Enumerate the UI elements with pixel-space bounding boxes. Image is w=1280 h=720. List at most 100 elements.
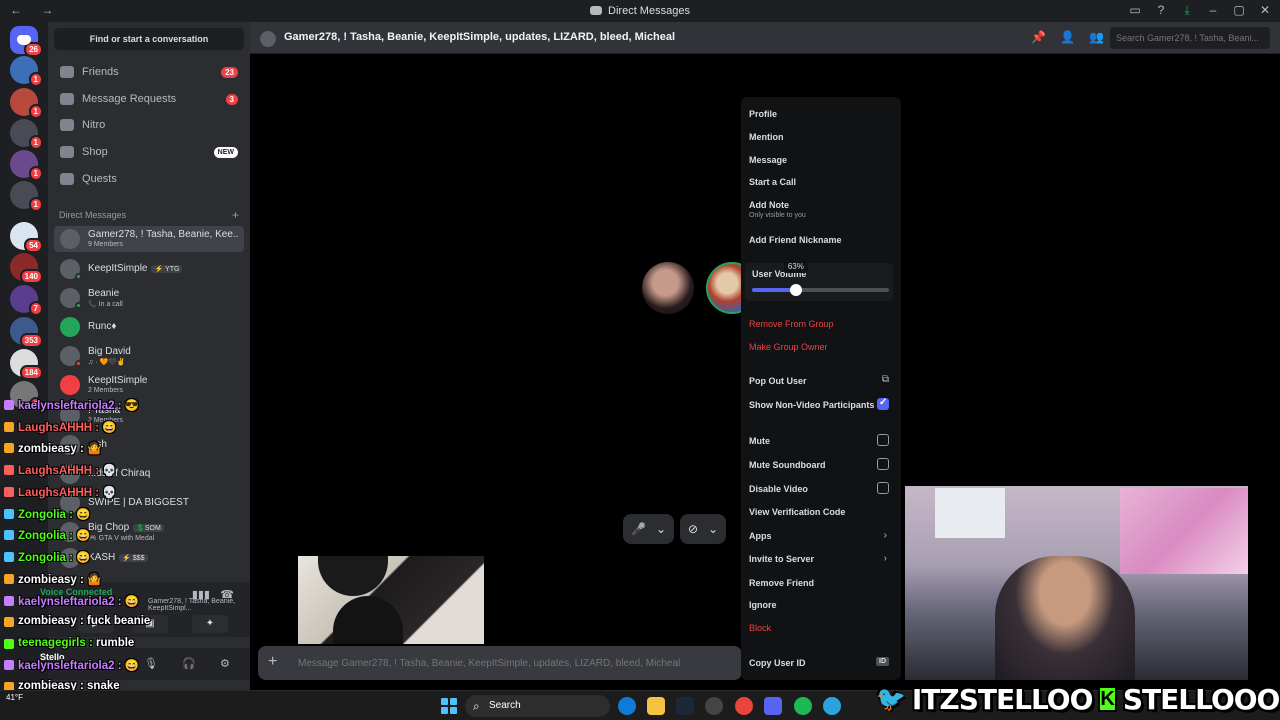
signal-icon[interactable]: ▮▮▮ [192,588,210,601]
chrome-icon[interactable] [735,697,753,715]
nitro-icon [60,119,74,131]
server-badge: 1 [28,72,43,87]
chat-message: 😄 [76,509,91,521]
menu-item-mute-soundboard[interactable]: Mute Soundboard [749,458,893,470]
menu-item-show-non-video[interactable]: Show Non-Video Participants [749,397,893,410]
menu-item-make-group-owner[interactable]: Make Group Owner [749,342,893,352]
menu-item-mute[interactable]: Mute [749,434,893,446]
dm-sub: 2 Members [88,387,124,394]
help-icon[interactable]: ? [1154,3,1168,18]
activity-button[interactable]: ✦ [192,615,228,633]
maximize-button[interactable]: ▢ [1232,3,1246,18]
menu-item-disable-video[interactable]: Disable Video [749,482,893,494]
participant-video-tile[interactable] [298,556,484,644]
participant-avatar[interactable] [642,262,694,314]
server-icon[interactable]: 184 [10,349,43,380]
taskbar-search[interactable]: Search [465,695,610,717]
checkbox[interactable] [877,482,889,494]
disconnect-icon[interactable]: ☎ [220,588,234,601]
add-member-icon[interactable]: 👤 [1060,30,1075,44]
sidebar-item-nitro[interactable]: Nitro [54,112,244,138]
user-context-menu: Profile Mention Message Start a Call Add… [741,97,901,680]
server-icon[interactable]: 54 [10,222,43,253]
checkbox[interactable] [877,458,889,470]
webcam-poster [1120,488,1248,574]
volume-slider[interactable]: 63% [752,260,889,296]
dm-item[interactable]: Beanie 📞 In a call [54,285,244,311]
checkbox[interactable] [877,434,889,446]
server-icon[interactable]: 1 [10,181,43,212]
dm-item[interactable]: Big David ♫ · 🧡🖤✌ [54,343,244,369]
dm-item[interactable]: KeepItSimple ⚡ YTG [54,256,244,282]
menu-item-block[interactable]: Block [749,623,893,633]
menu-item-remove-friend[interactable]: Remove Friend [749,578,893,588]
chevron-down-icon[interactable]: ⌄ [656,522,666,536]
dm-name: Big Chop 💲SOM [88,522,164,533]
headphones-icon[interactable]: 🎧 [182,657,196,670]
file-explorer-icon[interactable] [647,697,665,715]
sidebar-item-shop[interactable]: Shop NEW [54,139,244,165]
server-icon[interactable]: 1 [10,119,43,150]
download-icon[interactable]: ⤓ [1180,3,1194,18]
menu-item-profile[interactable]: Profile [749,109,893,119]
telegram-icon[interactable] [823,697,841,715]
sidebar-item-friends[interactable]: Friends 23 [54,59,244,85]
server-icon[interactable]: 1 [10,56,43,87]
create-dm-icon[interactable]: + [232,208,239,222]
server-icon[interactable]: 7 [10,285,43,316]
volume-handle[interactable] [789,284,802,296]
spotify-icon[interactable] [794,697,812,715]
inbox-icon[interactable]: ▭ [1128,3,1142,18]
menu-item-mention[interactable]: Mention [749,132,893,142]
steam-icon[interactable] [676,697,694,715]
attach-icon[interactable]: + [268,653,277,671]
channel-title[interactable]: Gamer278, ! Tasha, Beanie, KeepItSimple,… [284,31,675,43]
find-conversation-button[interactable]: Find or start a conversation [54,28,244,50]
home-button[interactable]: 26 [10,26,43,57]
sidebar-item-label: Friends [82,66,119,78]
chat-message: 😄 [102,422,117,434]
chevron-down-icon[interactable]: ⌄ [708,522,718,536]
menu-item-view-verification[interactable]: View Verification Code [749,507,893,517]
chat-line: Zongolia : 😄 [4,528,90,542]
discord-taskbar-icon[interactable] [764,697,782,715]
server-icon[interactable]: 140 [10,253,43,284]
dm-item[interactable]: Gamer278, ! Tasha, Beanie, Kee... 9 Membe… [54,226,244,252]
menu-item-add-note[interactable]: Add Note Only visible to you [749,200,893,219]
menu-item-start-call[interactable]: Start a Call [749,177,893,187]
close-button[interactable]: ✕ [1258,3,1272,18]
server-icon[interactable]: 1 [10,88,43,119]
pin-icon[interactable]: 📌 [1031,30,1046,44]
members-icon[interactable]: 👥 [1089,30,1104,44]
chat-badge-icon [4,639,14,649]
chat-message: 💀 [102,487,117,499]
gear-icon[interactable]: ⚙ [220,657,230,670]
edge-icon[interactable] [618,697,636,715]
server-icon[interactable]: 353 [10,317,43,348]
menu-item-copy-user-id[interactable]: Copy User ID ID [749,657,893,668]
camera-toggle[interactable]: ⊘ ⌄ [680,514,727,544]
chat-badge-icon [4,617,14,627]
checkbox-checked[interactable] [877,397,889,410]
discord-icon [590,6,603,15]
dm-item[interactable]: Runc♦ [54,314,244,340]
menu-item-add-nickname[interactable]: Add Friend Nickname [749,235,893,245]
menu-item-pop-out-user[interactable]: Pop Out User ⧉ [749,374,893,386]
settings-icon[interactable] [705,697,723,715]
menu-item-remove-from-group[interactable]: Remove From Group [749,319,893,329]
sidebar-item-message-requests[interactable]: Message Requests 3 [54,86,244,112]
mic-toggle[interactable]: 🎤 ⌄ [623,514,675,544]
sidebar-item-quests[interactable]: Quests [54,166,244,192]
menu-item-apps[interactable]: Apps › [749,530,893,541]
server-icon[interactable]: 1 [10,150,43,181]
weather-widget[interactable]: 41°F [6,693,23,702]
dm-item[interactable]: KeepItSimple 2 Members [54,372,244,398]
menu-item-ignore[interactable]: Ignore [749,600,893,610]
search-input[interactable] [1110,27,1270,49]
minimize-button[interactable]: – [1206,3,1220,18]
message-input[interactable] [298,654,728,672]
menu-item-invite-to-server[interactable]: Invite to Server › [749,553,893,564]
menu-item-message[interactable]: Message [749,155,893,165]
microphone-icon[interactable]: 🎙 [144,657,158,670]
start-button[interactable] [441,698,457,714]
